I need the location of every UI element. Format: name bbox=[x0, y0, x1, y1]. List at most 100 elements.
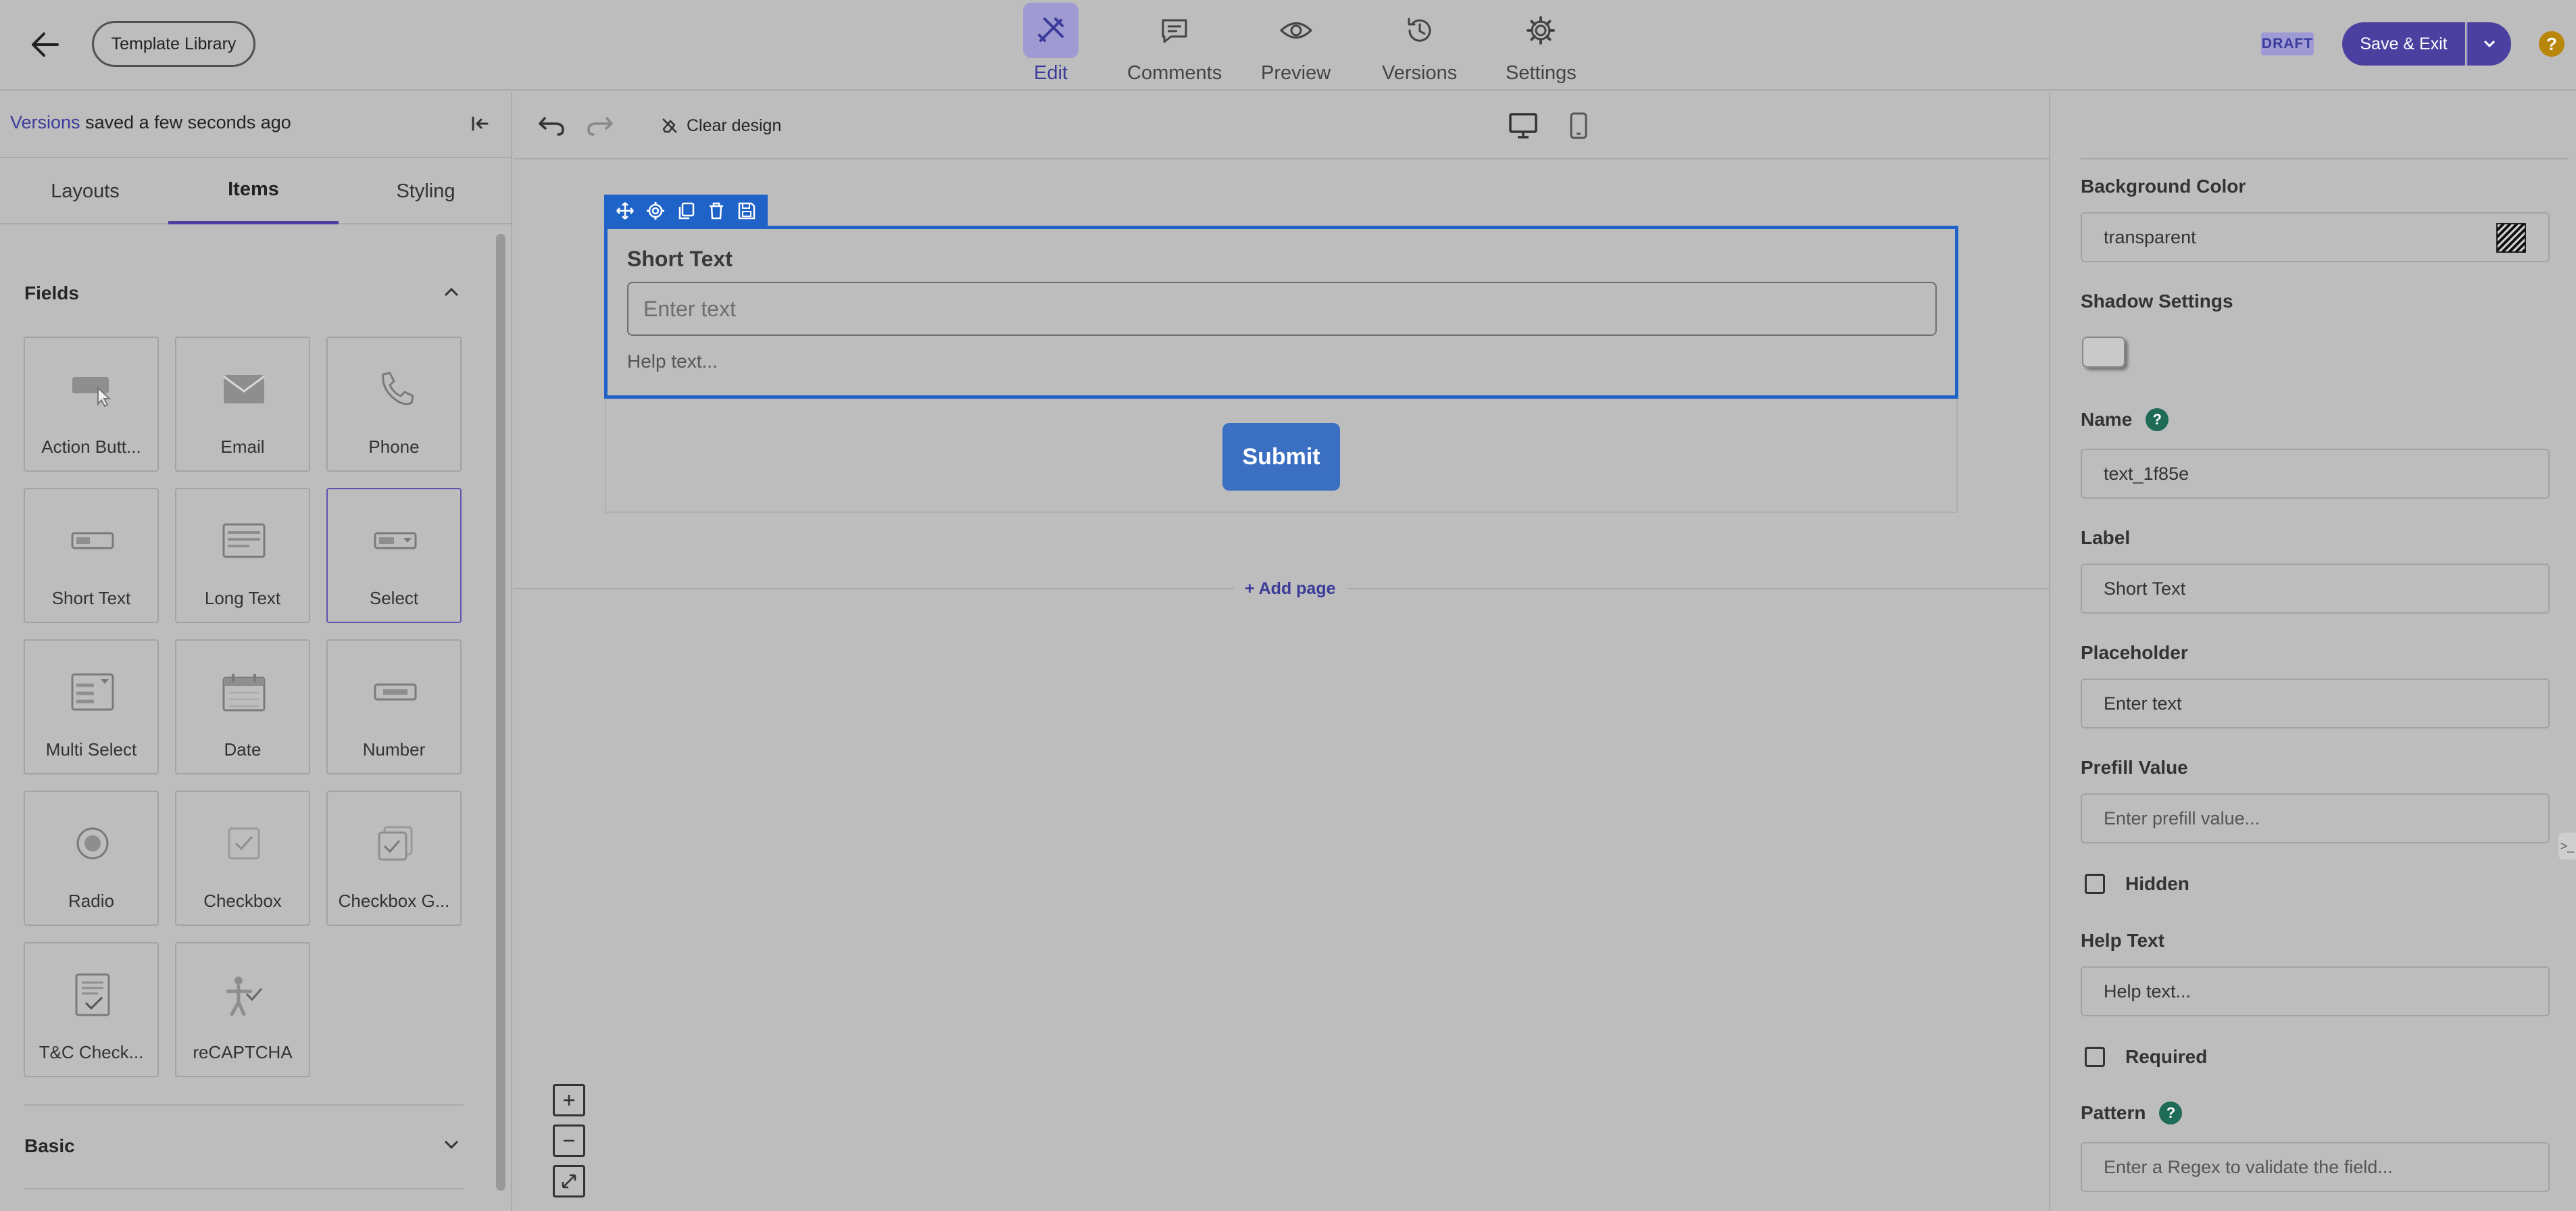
action-button-icon bbox=[59, 365, 126, 414]
short-text-input[interactable]: Enter text bbox=[627, 282, 1937, 336]
desktop-view-button[interactable] bbox=[1507, 109, 1539, 142]
tab-versions[interactable]: Versions bbox=[1382, 0, 1457, 91]
prefill-value-field[interactable]: Enter prefill value... bbox=[2081, 793, 2550, 843]
label-field[interactable]: Short Text bbox=[2081, 564, 2550, 614]
draft-badge: DRAFT bbox=[2261, 32, 2314, 55]
field-label: Long Text bbox=[204, 588, 281, 608]
save-exit-button[interactable]: Save & Exit bbox=[2342, 22, 2465, 66]
eye-icon bbox=[1268, 3, 1324, 58]
versions-link[interactable]: Versions bbox=[10, 112, 80, 132]
shadow-toggle[interactable] bbox=[2082, 337, 2125, 368]
plus-icon bbox=[564, 1095, 574, 1106]
save-icon bbox=[739, 202, 756, 220]
top-bar: Template Library Edit Comments Preview V… bbox=[0, 0, 2576, 91]
pattern-field[interactable]: Enter a Regex to validate the field... bbox=[2081, 1142, 2550, 1192]
save-field-button[interactable] bbox=[735, 199, 759, 223]
checkbox-box bbox=[2085, 1047, 2105, 1067]
field-short-text[interactable]: Short Text bbox=[24, 488, 159, 623]
long-text-icon bbox=[210, 516, 278, 565]
field-label: Number bbox=[362, 739, 426, 760]
add-page-button[interactable]: + Add page bbox=[1234, 574, 1347, 603]
field-radio[interactable]: Radio bbox=[24, 791, 159, 926]
tab-items[interactable]: Items bbox=[168, 158, 339, 224]
mobile-view-button[interactable] bbox=[1562, 109, 1595, 142]
help-icon[interactable]: ? bbox=[2146, 408, 2169, 431]
field-multi-select[interactable]: Multi Select bbox=[24, 639, 159, 774]
save-options-dropdown[interactable] bbox=[2467, 22, 2511, 66]
tab-styling[interactable]: Styling bbox=[341, 158, 511, 224]
background-color-label: Background Color bbox=[2081, 176, 2246, 197]
field-email[interactable]: Email bbox=[175, 337, 310, 472]
background-color-field[interactable]: transparent bbox=[2081, 212, 2550, 262]
shadow-settings-label: Shadow Settings bbox=[2081, 291, 2233, 312]
field-action-button[interactable]: Action Butt... bbox=[24, 337, 159, 472]
field-phone[interactable]: Phone bbox=[326, 337, 462, 472]
side-panel-handle[interactable]: >_ bbox=[2558, 833, 2576, 860]
help-text-field[interactable]: Help text... bbox=[2081, 966, 2550, 1016]
divider bbox=[2081, 158, 2569, 159]
arrow-left-icon bbox=[32, 32, 59, 57]
number-icon bbox=[362, 668, 429, 716]
undo-button[interactable] bbox=[535, 109, 568, 142]
name-field[interactable]: text_1f85e bbox=[2081, 449, 2550, 499]
hidden-checkbox[interactable]: Hidden bbox=[2085, 873, 2189, 895]
transparent-swatch-icon[interactable] bbox=[2496, 223, 2526, 253]
design-canvas: Clear design Short Text Enter text Help … bbox=[514, 92, 2049, 1211]
radio-icon bbox=[59, 819, 126, 868]
placeholder-field[interactable]: Enter text bbox=[2081, 678, 2550, 728]
submit-button[interactable]: Submit bbox=[1222, 423, 1340, 491]
properties-panel: Background Color transparent Shadow Sett… bbox=[2049, 92, 2576, 1211]
recaptcha-icon bbox=[210, 970, 278, 1019]
clear-design-button[interactable]: Clear design bbox=[661, 112, 781, 139]
basic-expand-toggle[interactable] bbox=[438, 1131, 465, 1158]
zoom-in-button[interactable] bbox=[553, 1084, 585, 1116]
field-settings-button[interactable] bbox=[643, 199, 668, 223]
collapse-panel-button[interactable] bbox=[465, 108, 496, 139]
selected-short-text-field[interactable]: Short Text Enter text Help text... bbox=[604, 226, 1958, 399]
field-number[interactable]: Number bbox=[326, 639, 462, 774]
field-label: T&C Check... bbox=[39, 1042, 144, 1062]
tab-layouts[interactable]: Layouts bbox=[0, 158, 170, 224]
field-label: Short Text bbox=[627, 247, 733, 271]
collapse-left-icon bbox=[472, 116, 489, 131]
help-icon[interactable]: ? bbox=[2159, 1102, 2183, 1124]
back-button[interactable] bbox=[24, 24, 65, 65]
tab-edit[interactable]: Edit bbox=[1023, 0, 1079, 91]
undo-icon bbox=[539, 117, 564, 136]
help-button[interactable]: ? bbox=[2539, 31, 2565, 57]
field-label: reCAPTCHA bbox=[193, 1042, 293, 1062]
checkbox-group-icon bbox=[362, 819, 429, 868]
trash-icon bbox=[710, 202, 724, 220]
fit-screen-button[interactable] bbox=[553, 1165, 585, 1197]
template-library-button[interactable]: Template Library bbox=[92, 21, 255, 67]
field-terms-checkbox[interactable]: T&C Check... bbox=[24, 942, 159, 1077]
fields-heading: Fields bbox=[24, 282, 79, 303]
divider bbox=[24, 1188, 464, 1189]
required-checkbox[interactable]: Required bbox=[2085, 1046, 2207, 1068]
fields-collapse-toggle[interactable] bbox=[438, 278, 465, 305]
email-icon bbox=[210, 365, 278, 414]
field-label: Radio bbox=[68, 891, 114, 911]
label-label: Label bbox=[2081, 527, 2131, 548]
tab-settings[interactable]: Settings bbox=[1506, 0, 1577, 91]
clear-design-label: Clear design bbox=[687, 116, 782, 135]
left-panel-scrollbar[interactable] bbox=[496, 234, 505, 1191]
move-icon bbox=[616, 202, 634, 220]
duplicate-field-button[interactable] bbox=[674, 199, 698, 223]
field-checkbox[interactable]: Checkbox bbox=[175, 791, 310, 926]
history-icon bbox=[1392, 3, 1447, 58]
drag-handle[interactable] bbox=[613, 199, 637, 223]
field-checkbox-group[interactable]: Checkbox G... bbox=[326, 791, 462, 926]
redo-button[interactable] bbox=[584, 109, 616, 142]
field-label: Date bbox=[224, 739, 262, 760]
field-long-text[interactable]: Long Text bbox=[175, 488, 310, 623]
tab-comments[interactable]: Comments bbox=[1127, 0, 1222, 91]
field-toolbar bbox=[604, 195, 768, 227]
multi-select-icon bbox=[59, 668, 126, 716]
field-recaptcha[interactable]: reCAPTCHA bbox=[175, 942, 310, 1077]
field-select[interactable]: Select bbox=[326, 488, 462, 623]
tab-preview[interactable]: Preview bbox=[1261, 0, 1331, 91]
delete-field-button[interactable] bbox=[704, 199, 728, 223]
zoom-out-button[interactable] bbox=[553, 1124, 585, 1157]
field-date[interactable]: Date bbox=[175, 639, 310, 774]
